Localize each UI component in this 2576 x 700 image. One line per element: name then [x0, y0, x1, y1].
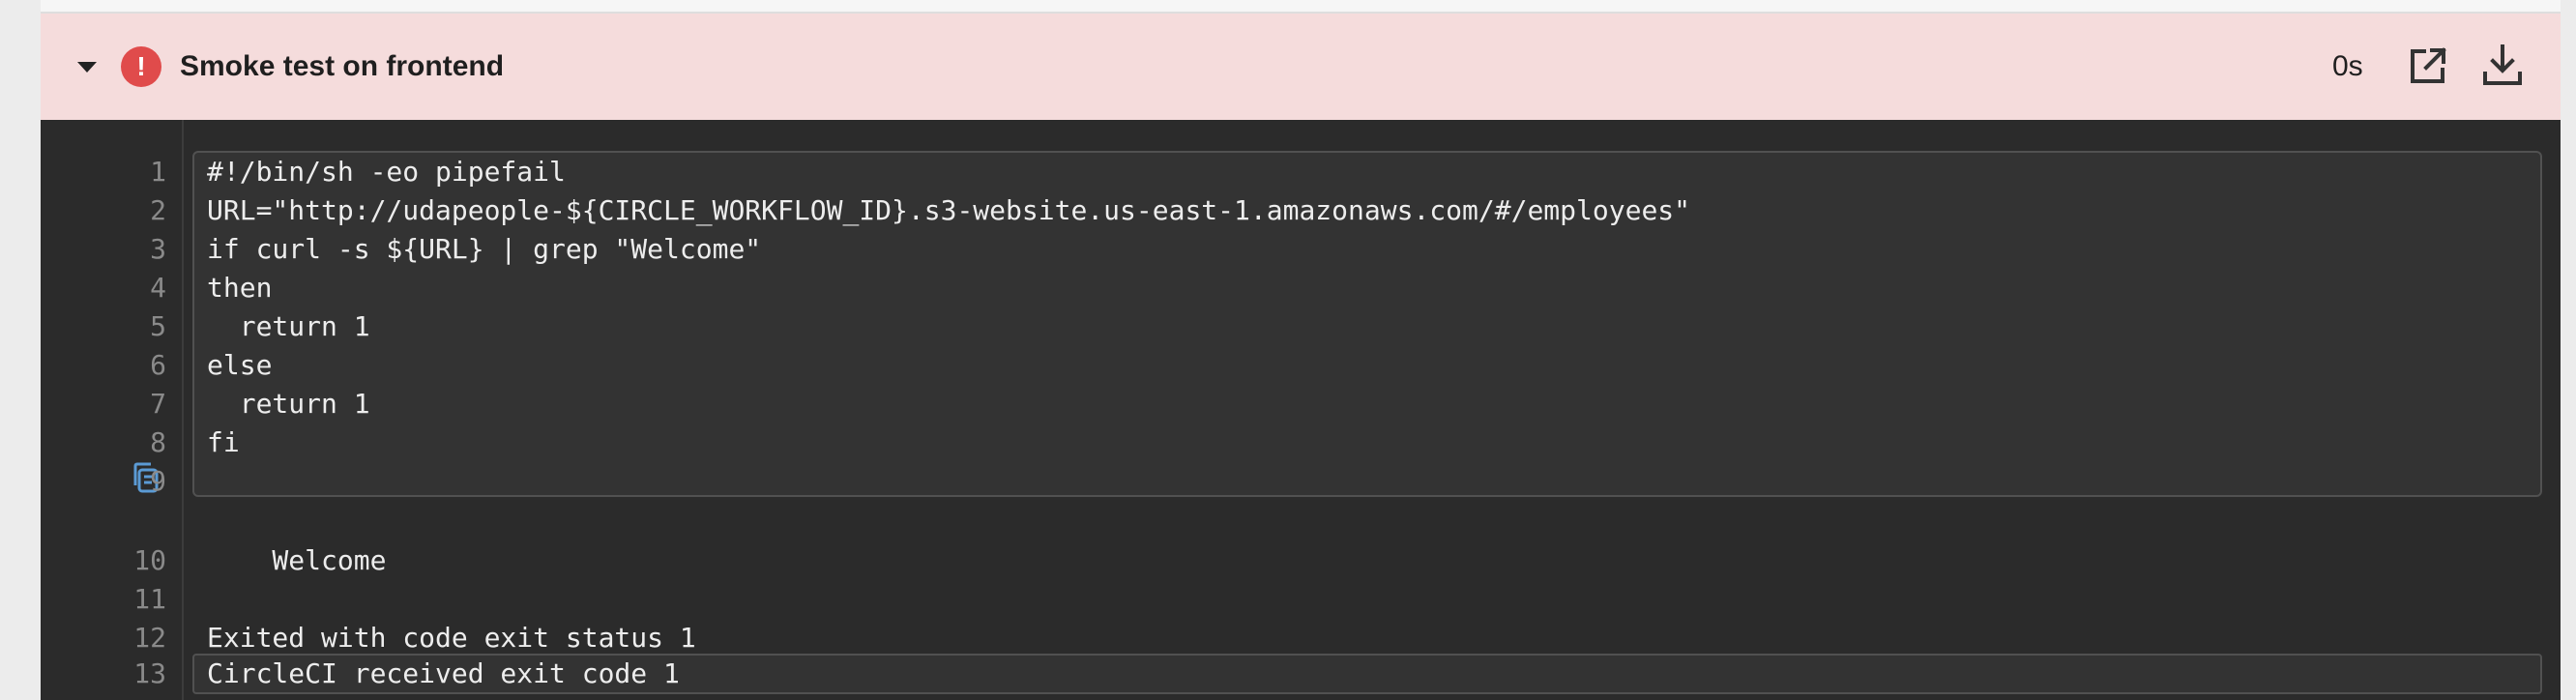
log-line: Exited with code exit status 1 — [207, 622, 696, 654]
step-title: Smoke test on frontend — [180, 50, 505, 82]
line-number: 6 — [150, 349, 166, 381]
step-header[interactable]: ! Smoke test on frontend 0s — [41, 14, 2561, 120]
gutter-divider — [182, 120, 184, 700]
step-duration: 0s — [2332, 50, 2363, 82]
log-line: if curl -s ${URL} | grep "Welcome" — [207, 233, 762, 265]
line-number: 13 — [133, 657, 166, 689]
line-number: 8 — [150, 426, 166, 458]
line-number: 5 — [150, 310, 166, 342]
log-line: URL="http://udapeople-${CIRCLE_WORKFLOW_… — [207, 194, 1691, 226]
log-line: Welcome — [207, 544, 387, 576]
external-link-icon[interactable] — [2405, 43, 2451, 89]
log-line: CircleCI received exit code 1 — [207, 657, 680, 689]
line-number: 7 — [150, 388, 166, 420]
line-number: 11 — [133, 583, 166, 615]
line-number: 4 — [150, 272, 166, 304]
error-icon: ! — [121, 46, 161, 87]
log-line: else — [207, 349, 273, 381]
line-number: 9 — [150, 465, 166, 497]
log-line: fi — [207, 426, 240, 458]
line-number: 12 — [133, 622, 166, 654]
step-panel: ! Smoke test on frontend 0s 1 #!/bin/sh … — [41, 14, 2561, 700]
download-icon[interactable] — [2479, 43, 2526, 89]
caret-down-icon[interactable] — [77, 62, 97, 73]
log-output: 1 #!/bin/sh -eo pipefail 2 URL="http://u… — [41, 120, 2561, 700]
line-number: 3 — [150, 233, 166, 265]
log-line: #!/bin/sh -eo pipefail — [207, 156, 566, 188]
log-line: return 1 — [207, 388, 370, 420]
log-line: then — [207, 272, 273, 304]
line-number: 10 — [133, 544, 166, 576]
log-line: return 1 — [207, 310, 370, 342]
line-number: 1 — [150, 156, 166, 188]
previous-step-edge — [41, 0, 2561, 14]
line-number: 2 — [150, 194, 166, 226]
